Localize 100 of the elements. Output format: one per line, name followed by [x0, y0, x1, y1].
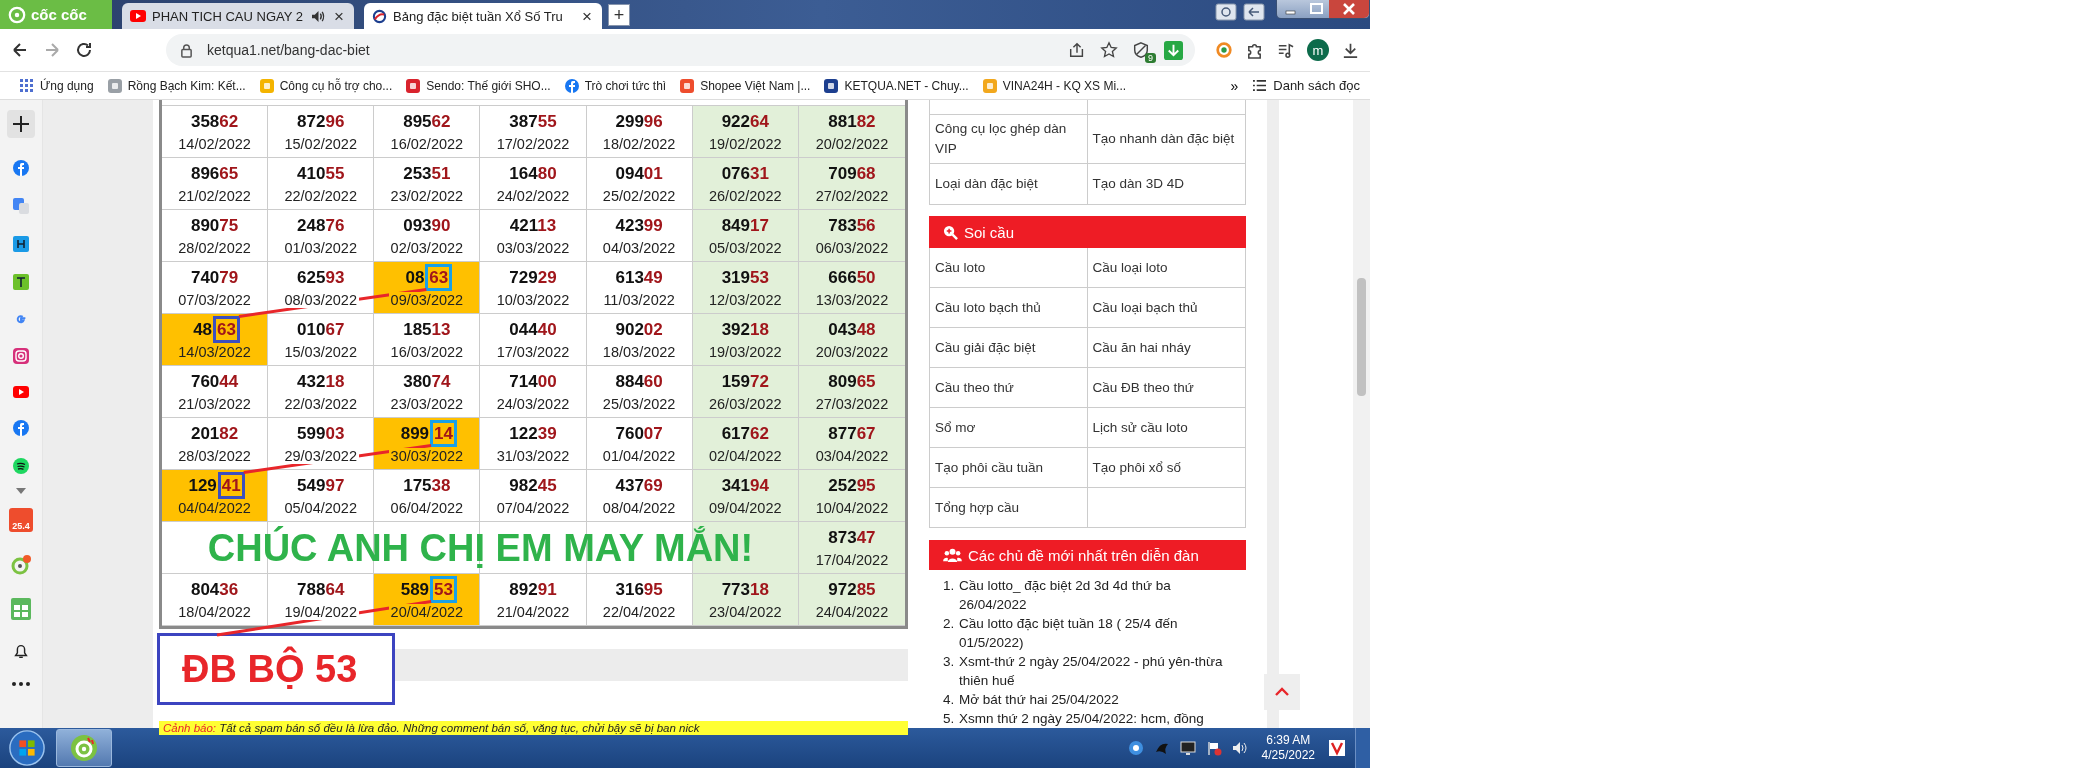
scrollbar-thumb[interactable] [1357, 278, 1366, 396]
lottery-number: 07631 [721, 163, 769, 184]
new-tab-button[interactable]: + [608, 4, 630, 26]
draw-date: 16/03/2022 [388, 343, 466, 360]
menu-link[interactable]: Cầu loto [930, 248, 1088, 288]
draw-date: 22/04/2022 [600, 603, 678, 620]
lottery-number: 25351 [403, 163, 451, 184]
tool-link[interactable]: Công cụ lọc ghép dàn VIP [930, 115, 1088, 163]
tab-close-button[interactable]: × [332, 7, 346, 25]
speaker-icon[interactable] [311, 9, 327, 23]
g-logo-icon[interactable] [14, 312, 28, 326]
tab-close-button[interactable]: × [580, 7, 594, 25]
menu-link[interactable]: Cầu loại loto [1087, 248, 1245, 288]
ring-logo-icon[interactable] [1215, 41, 1233, 59]
menu-link[interactable]: Sổ mơ [930, 408, 1088, 448]
menu-link[interactable]: Cầu ăn hai nháy [1087, 328, 1245, 368]
taskbar-clock[interactable]: 6:39 AM 4/25/2022 [1257, 733, 1319, 763]
flag-icon[interactable] [1205, 740, 1222, 756]
bookmark-item[interactable]: Shopee Việt Nam |... [680, 78, 811, 93]
bell-icon[interactable] [12, 642, 30, 660]
disc-icon[interactable] [10, 554, 32, 576]
site-favicon-icon [680, 78, 695, 93]
letter-v-icon[interactable] [1329, 740, 1345, 756]
translate-icon[interactable] [13, 198, 29, 214]
lottery-number: 89665 [190, 163, 239, 184]
menu-link[interactable]: Cầu loto bạch thủ [930, 288, 1088, 328]
globe-icon[interactable] [1127, 740, 1144, 756]
tool-link[interactable]: Tạo nhanh dàn đặc biệt [1087, 115, 1245, 163]
menu-link[interactable]: Cầu ĐB theo thứ [1087, 368, 1245, 408]
reload-icon[interactable] [74, 40, 94, 60]
profile-avatar[interactable]: m [1307, 39, 1329, 61]
bookmark-item[interactable]: Ứng dụng [20, 78, 94, 93]
lottery-number: 70968 [828, 163, 876, 184]
add-icon[interactable] [7, 110, 35, 138]
draw-date: 31/03/2022 [494, 447, 572, 464]
spreadsheet-icon[interactable] [11, 598, 31, 620]
screenshot-icon[interactable] [1215, 3, 1237, 21]
reading-list-button[interactable]: Danh sách đọc [1252, 78, 1360, 93]
menu-link[interactable]: Lịch sử cầu loto [1087, 408, 1245, 448]
browser-tab[interactable]: Bảng đặc biệt tuần Xổ Số Tru × [364, 3, 602, 29]
draw-date: 17/02/2022 [494, 135, 572, 152]
topic-link[interactable]: Cầu lotto đặc biệt tuần 18 ( 25/4 đến 01/5/2022) [959, 614, 1238, 652]
menu-link[interactable]: Cầu theo thứ [930, 368, 1088, 408]
lottery-number: 43769 [615, 475, 663, 496]
tool-link[interactable]: Loại dàn đặc biệt [930, 164, 1088, 204]
topic-link[interactable]: Xsmn thứ 2 ngày 25/04/2022: hcm, đồng [959, 709, 1204, 728]
draw-date: 09/04/2022 [707, 499, 784, 516]
bookmark-label: Shopee Việt Nam |... [700, 78, 811, 93]
caret-down-icon[interactable] [16, 488, 26, 494]
draw-date: 08/03/2022 [282, 291, 359, 308]
circle-f-icon[interactable] [13, 160, 29, 176]
menu-link[interactable]: Cầu loại bạch thủ [1087, 288, 1245, 328]
lottery-number: 18513 [403, 319, 451, 340]
lottery-number: 87767 [828, 423, 876, 444]
shield-icon[interactable] [1132, 41, 1150, 59]
menu-link[interactable]: Tổng hợp cầu [930, 488, 1088, 528]
share-icon[interactable] [1068, 41, 1086, 59]
close-icon[interactable] [1329, 0, 1369, 18]
address-field[interactable]: ketqua1.net/bang-dac-biet 9 [166, 34, 1195, 66]
draw-date: 20/03/2022 [813, 343, 891, 360]
menu-link[interactable]: Tạo phôi cầu tuần [930, 448, 1088, 488]
scroll-to-top-button[interactable] [1264, 674, 1300, 710]
shopping-bag-tile[interactable]: 25.4 [9, 508, 33, 532]
more-icon[interactable] [12, 682, 30, 686]
lottery-number: 92264 [721, 111, 769, 132]
taskbar-app-button[interactable] [56, 729, 112, 767]
draw-date: 02/03/2022 [388, 239, 466, 256]
lottery-number: 29996 [615, 111, 663, 132]
list-number: 3. [943, 653, 954, 671]
camera-icon[interactable] [13, 348, 29, 364]
menu-link[interactable]: Cầu giải đặc biệt [930, 328, 1088, 368]
draw-date: 03/04/2022 [813, 447, 891, 464]
draw-date: 29/03/2022 [282, 447, 359, 464]
sound-waves-icon[interactable] [13, 458, 29, 474]
letter-tile-icon[interactable] [13, 236, 29, 252]
circle-f-icon[interactable] [13, 420, 29, 436]
list-icon [1252, 79, 1268, 92]
download-arrow-icon[interactable] [1164, 40, 1183, 60]
tool-link[interactable]: Tạo dàn 3D 4D [1087, 164, 1245, 204]
topic-link[interactable]: Xsmt-thứ 2 ngày 25/04/2022 - phú yên-thừa thiên huế [959, 652, 1238, 690]
draw-date: 19/02/2022 [707, 135, 784, 152]
window-controls[interactable] [1276, 0, 1370, 19]
draw-date: 02/04/2022 [707, 447, 784, 464]
bookmark-item[interactable]: Trò chơi tức thì [564, 78, 667, 93]
play-icon[interactable] [13, 386, 29, 398]
browser-tab[interactable]: PHAN TICH CAU NGAY 2 × [122, 3, 354, 29]
speaker-icon[interactable] [1231, 740, 1248, 756]
more-bookmarks-button[interactable]: » [1230, 77, 1239, 94]
lock-icon [180, 42, 193, 58]
topic-link[interactable]: Cầu lotto_ đặc biệt 2d 3d 4d thứ ba 26/04/2022 [959, 576, 1238, 614]
topic-link[interactable]: Mở bát thứ hai 25/04/2022 [959, 690, 1119, 709]
star-icon[interactable] [1100, 41, 1118, 59]
draw-date: 26/03/2022 [707, 395, 784, 412]
menu-link[interactable]: Tạo phôi xổ số [1087, 448, 1245, 488]
draw-date: 08/04/2022 [600, 499, 678, 516]
start-button-icon[interactable] [8, 729, 46, 767]
monitor-icon[interactable] [1179, 740, 1196, 756]
letter-tile-icon[interactable] [13, 274, 29, 290]
lottery-number: 59903 [297, 423, 345, 444]
draw-date: 28/03/2022 [176, 447, 253, 464]
